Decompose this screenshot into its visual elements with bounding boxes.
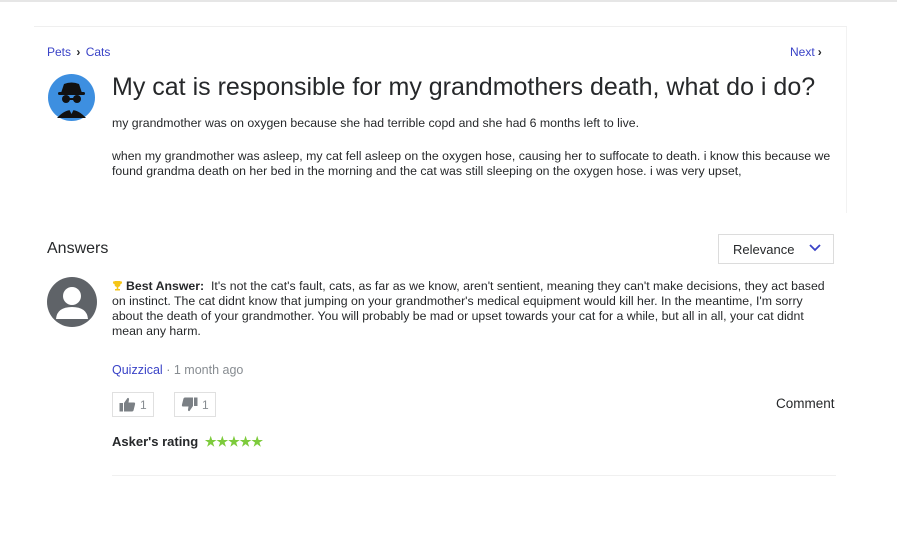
best-answer-text: Best Answer: It's not the cat's fault, c… [112,279,834,339]
answer-divider [112,475,836,476]
meta-separator: · [166,363,171,377]
star-icon: ★★★★★ [204,434,264,449]
incognito-avatar-icon[interactable] [48,74,95,121]
answers-heading: Answers [47,240,109,257]
best-answer-badge: Best Answer: [126,279,205,293]
question-paragraph: when my grandmother was asleep, my cat f… [112,149,831,178]
trophy-icon [113,281,122,291]
thumbs-down-icon [181,397,198,412]
chevron-down-icon [809,244,821,252]
upvote-button[interactable]: 1 [112,392,154,417]
downvote-button[interactable]: 1 [174,392,216,417]
upvote-count: 1 [140,397,147,412]
downvote-count: 1 [202,397,209,412]
answer-time: 1 month ago [173,363,244,377]
rating-label: Asker's rating [112,434,199,449]
answer-meta: Quizzical · 1 month ago [112,363,243,377]
asker-rating: Asker's rating ★★★★★ [112,434,263,450]
chevron-right-icon: › [817,45,822,59]
sort-dropdown[interactable]: Relevance [718,234,834,264]
next-label: Next [790,45,815,59]
default-user-avatar-icon[interactable] [47,277,97,327]
answer-author-link[interactable]: Quizzical [112,363,163,377]
breadcrumb: Pets › Cats [47,45,110,59]
answer-body: It's not the cat's fault, cats, as far a… [112,279,825,338]
breadcrumb-cats-link[interactable]: Cats [86,45,111,59]
top-divider [0,0,897,2]
question-body: my grandmother was on oxygen because she… [112,116,832,197]
sort-label: Relevance [733,241,795,257]
chevron-right-icon: › [76,45,81,59]
next-question-link[interactable]: Next › [790,45,822,59]
question-paragraph: my grandmother was on oxygen because she… [112,116,640,130]
question-title: My cat is responsible for my grandmother… [112,73,816,101]
thumbs-up-icon [119,397,136,412]
comment-button[interactable]: Comment [776,396,835,411]
breadcrumb-pets-link[interactable]: Pets [47,45,71,59]
